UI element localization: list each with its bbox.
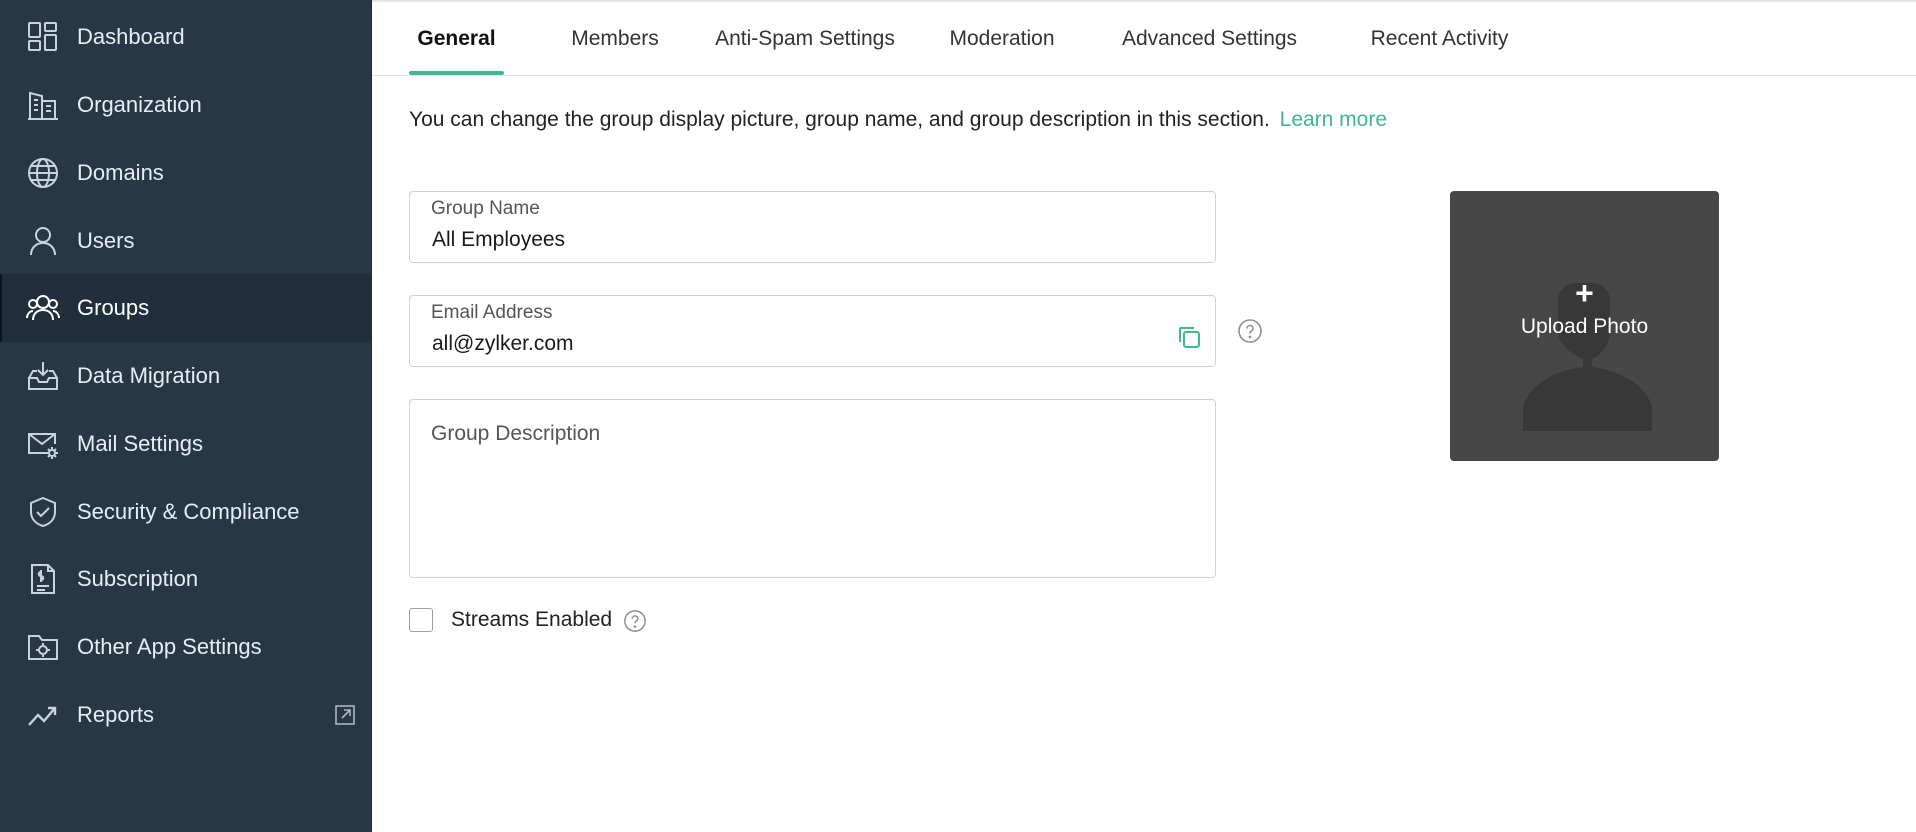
invoice-icon [26,562,60,596]
tab-anti-spam-settings[interactable]: Anti-Spam Settings [705,2,905,75]
sidebar-item-label: Organization [77,92,202,117]
sidebar-item-dashboard[interactable]: Dashboard [0,3,371,71]
upload-photo-button[interactable]: + Upload Photo [1450,191,1719,461]
group-name-field[interactable]: Group Name All Employees [409,191,1216,263]
sidebar-item-other-app-settings[interactable]: Other App Settings [0,613,371,681]
sidebar-item-subscription[interactable]: Subscription [0,545,371,613]
tab-members[interactable]: Members [550,2,680,75]
sidebar-item-label: Mail Settings [77,431,203,456]
copy-icon[interactable] [1175,323,1203,351]
sidebar-item-security[interactable]: Security & Compliance [0,478,371,546]
tab-recent-activity[interactable]: Recent Activity [1352,2,1527,75]
sidebar-item-data-migration[interactable]: Data Migration [0,342,371,410]
upload-photo-label: Upload Photo [1520,315,1649,338]
help-icon[interactable] [1237,318,1263,344]
sidebar-item-organization[interactable]: Organization [0,71,371,139]
sidebar-item-mail-settings[interactable]: Mail Settings [0,410,371,478]
trend-icon [26,698,60,732]
mail-gear-icon [26,427,60,461]
email-address-value: all@zylker.com [432,332,574,355]
sidebar-item-domains[interactable]: Domains [0,139,371,207]
external-link-icon[interactable] [334,704,356,726]
sidebar-item-label: Reports [77,702,155,727]
learn-more-link[interactable]: Learn more [1280,108,1387,131]
folder-gear-icon [26,630,60,664]
sidebar-item-users[interactable]: Users [0,207,371,275]
shield-check-icon [26,495,60,529]
sidebar-item-label: Users [77,228,135,253]
sidebar-item-label: Data Migration [77,363,221,388]
email-address-label: Email Address [431,302,553,323]
email-address-field[interactable]: Email Address all@zylker.com [409,295,1216,367]
groups-icon [26,291,60,325]
group-name-label: Group Name [431,198,540,219]
sidebar-item-label: Domains [77,160,164,185]
sidebar-item-reports[interactable]: Reports [0,681,371,749]
group-name-value: All Employees [432,228,566,251]
help-icon[interactable] [623,609,647,633]
streams-enabled-checkbox[interactable] [409,608,433,632]
tab-bar: General Members Anti-Spam Settings Moder… [372,2,1916,76]
sidebar-item-label: Other App Settings [77,634,262,659]
user-icon [26,224,60,258]
inbox-download-icon [26,359,60,393]
sidebar-item-label: Subscription [77,566,199,591]
sidebar-item-label: Dashboard [77,24,185,49]
globe-icon [26,156,60,190]
group-description-placeholder: Group Description [431,422,601,445]
group-description-textarea[interactable]: Group Description [409,399,1216,578]
tab-moderation[interactable]: Moderation [937,2,1067,75]
tab-advanced-settings[interactable]: Advanced Settings [1112,2,1307,75]
sidebar-item-label: Security & Compliance [77,499,300,524]
description-text: You can change the group display picture… [409,108,1270,131]
dashboard-icon [26,20,60,54]
main-content: General Members Anti-Spam Settings Moder… [372,0,1916,832]
sidebar-item-groups[interactable]: Groups [0,274,371,342]
streams-enabled-label: Streams Enabled [451,608,613,631]
building-icon [26,88,60,122]
sidebar: Dashboard Organization Domains Users Gro… [0,0,372,832]
tab-general[interactable]: General [409,2,504,75]
sidebar-item-label: Groups [77,295,150,320]
section-description: You can change the group display picture… [409,108,1387,132]
plus-icon: + [1575,275,1594,311]
